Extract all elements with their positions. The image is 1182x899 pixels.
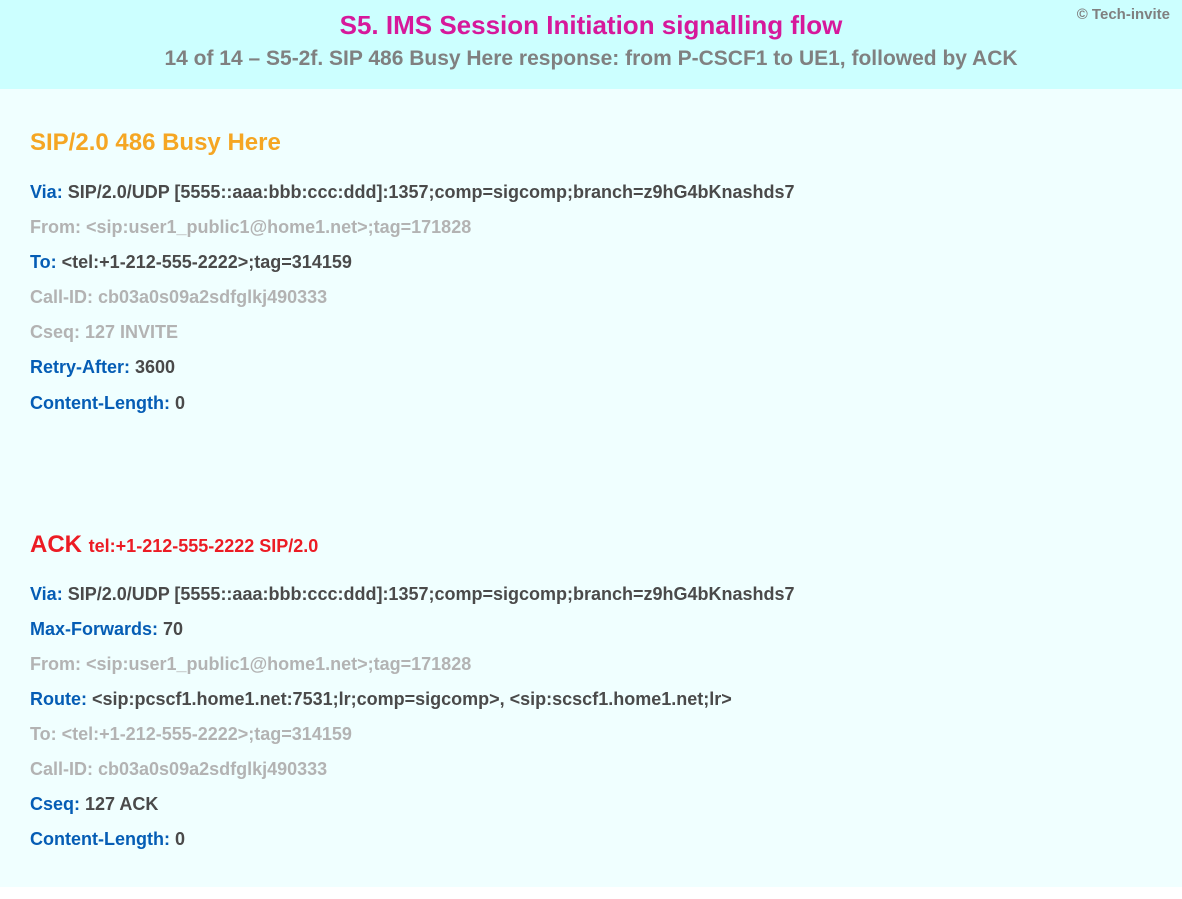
via-label: Via: bbox=[30, 584, 63, 604]
response-retry-after: Retry-After: 3600 bbox=[30, 350, 1152, 385]
ack-title: ACK tel:+1-212-555-2222 SIP/2.0 bbox=[30, 531, 1152, 559]
ack-from: From: <sip:user1_public1@home1.net>;tag=… bbox=[30, 647, 1152, 682]
ack-to: To: <tel:+1-212-555-2222>;tag=314159 bbox=[30, 717, 1152, 752]
ack-request-uri: tel:+1-212-555-2222 SIP/2.0 bbox=[89, 536, 319, 556]
ack-max-forwards: Max-Forwards: 70 bbox=[30, 612, 1152, 647]
response-title: SIP/2.0 486 Busy Here bbox=[30, 129, 1152, 157]
response-via: Via: SIP/2.0/UDP [5555::aaa:bbb:ccc:ddd]… bbox=[30, 175, 1152, 210]
ack-route: Route: <sip:pcscf1.home1.net:7531;lr;com… bbox=[30, 682, 1152, 717]
via-value: SIP/2.0/UDP [5555::aaa:bbb:ccc:ddd]:1357… bbox=[63, 182, 795, 202]
ack-cseq: Cseq: 127 ACK bbox=[30, 787, 1152, 822]
from-label: From: bbox=[30, 217, 81, 237]
clen-label: Content-Length: bbox=[30, 393, 170, 413]
response-from: From: <sip:user1_public1@home1.net>;tag=… bbox=[30, 210, 1152, 245]
maxf-value: 70 bbox=[158, 619, 183, 639]
ack-callid: Call-ID: cb03a0s09a2sdfglkj490333 bbox=[30, 752, 1152, 787]
callid-label: Call-ID: bbox=[30, 759, 93, 779]
from-value: <sip:user1_public1@home1.net>;tag=171828 bbox=[81, 217, 471, 237]
page-subtitle: 14 of 14 – S5-2f. SIP 486 Busy Here resp… bbox=[20, 47, 1162, 71]
to-label: To: bbox=[30, 252, 57, 272]
response-callid: Call-ID: cb03a0s09a2sdfglkj490333 bbox=[30, 280, 1152, 315]
cseq-value: 127 ACK bbox=[80, 794, 158, 814]
response-content-length: Content-Length: 0 bbox=[30, 386, 1152, 421]
page-header: © Tech-invite S5. IMS Session Initiation… bbox=[0, 0, 1182, 89]
cseq-label: Cseq: bbox=[30, 322, 80, 342]
retry-value: 3600 bbox=[130, 357, 175, 377]
maxf-label: Max-Forwards: bbox=[30, 619, 158, 639]
to-value: <tel:+1-212-555-2222>;tag=314159 bbox=[57, 252, 352, 272]
ack-content-length: Content-Length: 0 bbox=[30, 822, 1152, 857]
clen-label: Content-Length: bbox=[30, 829, 170, 849]
content-area: SIP/2.0 486 Busy Here Via: SIP/2.0/UDP [… bbox=[0, 89, 1182, 887]
clen-value: 0 bbox=[170, 829, 185, 849]
from-label: From: bbox=[30, 654, 81, 674]
via-label: Via: bbox=[30, 182, 63, 202]
ack-method: ACK bbox=[30, 531, 89, 558]
section-spacer bbox=[30, 421, 1152, 531]
callid-value: cb03a0s09a2sdfglkj490333 bbox=[93, 759, 327, 779]
copyright-text: © Tech-invite bbox=[1077, 6, 1170, 23]
response-to: To: <tel:+1-212-555-2222>;tag=314159 bbox=[30, 245, 1152, 280]
ack-via: Via: SIP/2.0/UDP [5555::aaa:bbb:ccc:ddd]… bbox=[30, 577, 1152, 612]
to-label: To: bbox=[30, 724, 57, 744]
route-label: Route: bbox=[30, 689, 87, 709]
callid-value: cb03a0s09a2sdfglkj490333 bbox=[93, 287, 327, 307]
clen-value: 0 bbox=[170, 393, 185, 413]
callid-label: Call-ID: bbox=[30, 287, 93, 307]
via-value: SIP/2.0/UDP [5555::aaa:bbb:ccc:ddd]:1357… bbox=[63, 584, 795, 604]
to-value: <tel:+1-212-555-2222>;tag=314159 bbox=[57, 724, 352, 744]
retry-label: Retry-After: bbox=[30, 357, 130, 377]
cseq-label: Cseq: bbox=[30, 794, 80, 814]
page-title: S5. IMS Session Initiation signalling fl… bbox=[20, 10, 1162, 41]
cseq-value: 127 INVITE bbox=[80, 322, 178, 342]
response-cseq: Cseq: 127 INVITE bbox=[30, 315, 1152, 350]
from-value: <sip:user1_public1@home1.net>;tag=171828 bbox=[81, 654, 471, 674]
route-value: <sip:pcscf1.home1.net:7531;lr;comp=sigco… bbox=[87, 689, 732, 709]
